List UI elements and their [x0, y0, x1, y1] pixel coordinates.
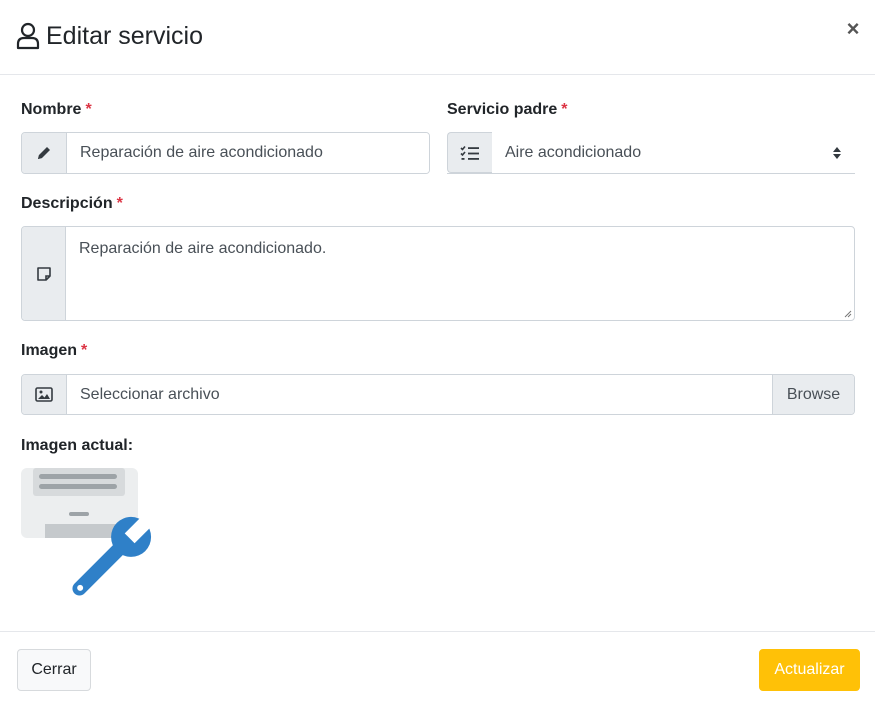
image-icon	[22, 375, 67, 414]
sticky-note-icon	[22, 227, 66, 320]
actualizar-button[interactable]: Actualizar	[759, 649, 860, 691]
descripcion-textarea[interactable]: Reparación de aire acondicionado.	[66, 227, 854, 320]
cerrar-button[interactable]: Cerrar	[17, 649, 91, 691]
servicio-padre-group: Aire acondicionado	[447, 132, 855, 174]
modal-footer	[0, 631, 875, 707]
descripcion-input-group: Reparación de aire acondicionado.	[21, 226, 855, 321]
close-button[interactable]: ×	[842, 18, 864, 40]
servicio-padre-label: Servicio padre *	[447, 101, 568, 118]
resize-handle-icon[interactable]	[844, 310, 852, 318]
air-conditioner-wrench-image	[21, 468, 153, 596]
list-check-icon	[447, 132, 492, 173]
servicio-padre-select[interactable]: Aire acondicionado	[492, 132, 855, 173]
nombre-input-group: Reparación de aire acondicionado	[21, 132, 430, 174]
nombre-label: Nombre *	[21, 101, 92, 118]
pencil-icon	[22, 133, 67, 173]
file-input[interactable]: Seleccionar archivo	[67, 375, 772, 414]
user-icon	[16, 22, 40, 50]
browse-button[interactable]: Browse	[772, 375, 854, 414]
nombre-input[interactable]: Reparación de aire acondicionado	[67, 133, 429, 173]
modal-header: Editar servicio ×	[0, 0, 875, 75]
select-arrows-icon	[833, 146, 841, 159]
modal-title: Editar servicio	[46, 22, 203, 50]
descripcion-label: Descripción *	[21, 195, 123, 212]
imagen-label: Imagen *	[21, 342, 88, 359]
imagen-file-group: Seleccionar archivo Browse	[21, 374, 855, 415]
imagen-actual-label: Imagen actual:	[21, 437, 134, 454]
